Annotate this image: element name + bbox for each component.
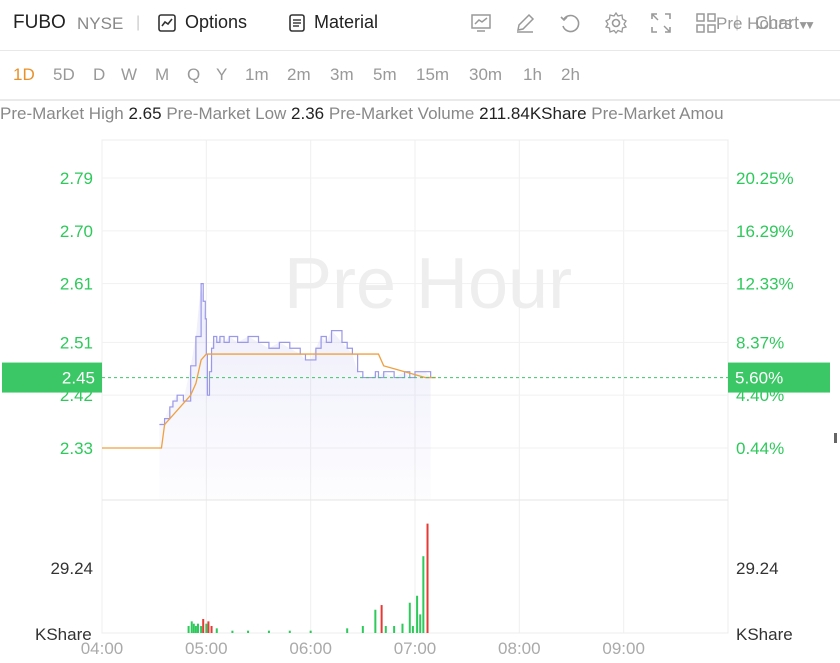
price-tick-label: 2.61 xyxy=(60,275,93,294)
price-tick-label: 2.33 xyxy=(60,439,93,458)
volume-bar xyxy=(426,523,429,633)
volume-bar xyxy=(267,630,270,633)
time-tick-label: 08:00 xyxy=(498,639,541,658)
volume-bar xyxy=(288,630,291,633)
volume-bar xyxy=(210,626,213,633)
volume-bar xyxy=(374,609,377,633)
percent-tick-label: 0.44% xyxy=(736,439,784,458)
volume-bar xyxy=(231,630,234,633)
volume-tick-label: 29.24 xyxy=(736,559,779,578)
time-tick-label: 09:00 xyxy=(602,639,645,658)
volume-bar xyxy=(346,628,349,633)
volume-bar xyxy=(202,619,205,633)
percent-tick-label: 12.33% xyxy=(736,275,794,294)
volume-bar xyxy=(422,556,425,633)
volume-bar xyxy=(411,626,414,633)
volume-bar xyxy=(393,626,396,633)
volume-bar xyxy=(309,630,312,633)
volume-bar xyxy=(215,628,218,633)
volume-bar xyxy=(194,626,197,633)
price-tick-label: 2.70 xyxy=(60,222,93,241)
volume-bar xyxy=(361,626,364,633)
volume-bar xyxy=(416,595,419,633)
price-tick-label: 2.51 xyxy=(60,333,93,352)
price-tick-label: 2.79 xyxy=(60,169,93,188)
volume-bar xyxy=(419,614,422,633)
volume-bar xyxy=(207,621,210,633)
volume-unit-label: KShare xyxy=(736,625,793,644)
volume-bar xyxy=(205,623,208,633)
volume-bar xyxy=(196,623,199,633)
volume-tick-label: 29.24 xyxy=(50,559,93,578)
volume-bar xyxy=(401,623,404,633)
current-percent-label: 5.60% xyxy=(735,369,783,388)
price-chart[interactable]: Pre Hour2.792.702.612.512.422.3320.25%16… xyxy=(0,0,840,663)
volume-bar xyxy=(187,626,190,633)
chart-watermark: Pre Hour xyxy=(284,244,572,324)
time-tick-label: 07:00 xyxy=(394,639,437,658)
time-tick-label: 06:00 xyxy=(289,639,332,658)
time-tick-label: 04:00 xyxy=(81,639,124,658)
volume-bar xyxy=(384,626,387,633)
volume-bar xyxy=(380,605,383,633)
percent-tick-label: 8.37% xyxy=(736,333,784,352)
time-tick-label: 05:00 xyxy=(185,639,228,658)
scroll-handle[interactable] xyxy=(834,433,837,443)
percent-tick-label: 16.29% xyxy=(736,222,794,241)
volume-bar xyxy=(408,602,411,633)
volume-bar xyxy=(190,621,193,633)
current-price-label: 2.45 xyxy=(62,369,95,388)
percent-tick-label: 20.25% xyxy=(736,169,794,188)
volume-bar xyxy=(200,626,203,633)
volume-bar xyxy=(247,630,250,633)
volume-bar xyxy=(192,623,195,633)
